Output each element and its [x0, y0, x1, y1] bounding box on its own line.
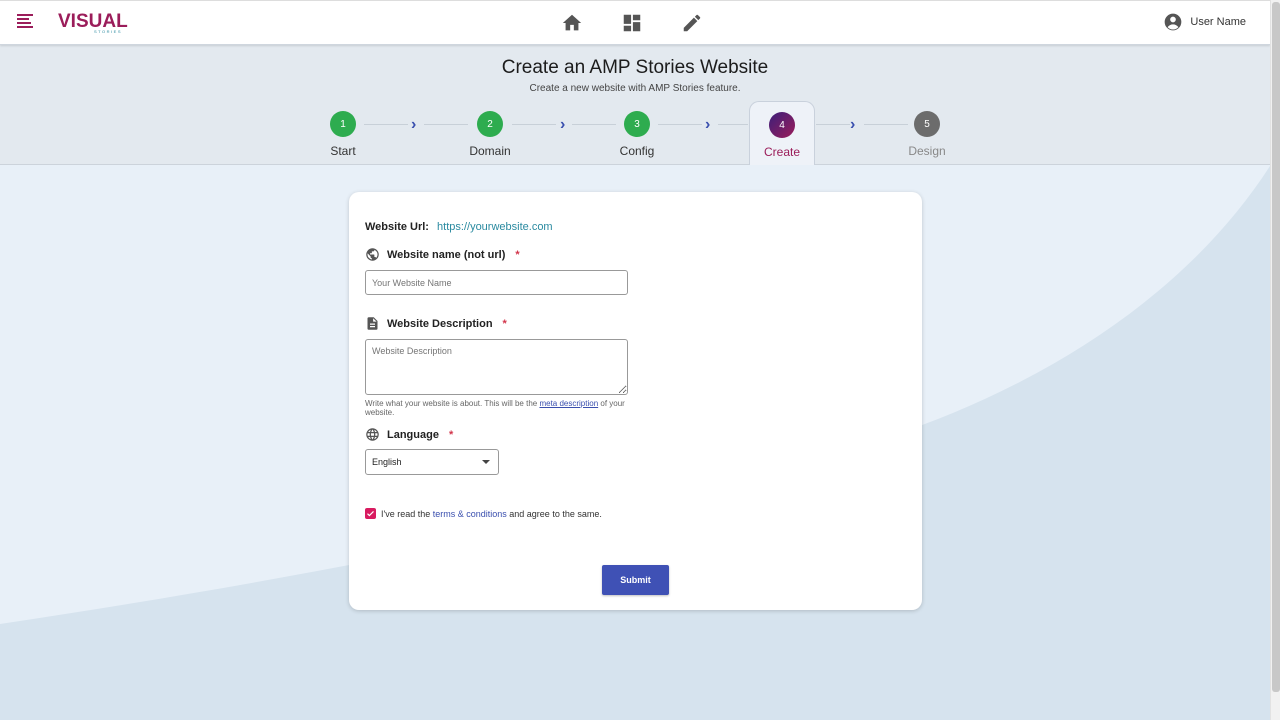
- user-name: User Name: [1190, 16, 1246, 28]
- chevron-right-icon: ›: [850, 116, 856, 133]
- step-number: 1: [330, 111, 356, 137]
- meta-description-link[interactable]: meta description: [539, 399, 598, 408]
- home-icon[interactable]: [560, 11, 584, 35]
- website-description-input[interactable]: [365, 339, 628, 395]
- required-marker: *: [448, 428, 454, 441]
- website-url-row: Website Url: https://yourwebsite.com: [365, 221, 553, 233]
- step-number: 5: [914, 111, 940, 137]
- terms-text-after: and agree to the same.: [506, 508, 602, 519]
- language-selected-value: English: [372, 457, 402, 467]
- step-connector: [718, 124, 748, 125]
- helper-text: Write what your website is about. This w…: [365, 399, 540, 408]
- scrollbar-thumb[interactable]: [1272, 2, 1280, 692]
- chevron-right-icon: ›: [411, 116, 417, 133]
- terms-link[interactable]: terms & conditions: [433, 509, 507, 519]
- create-website-form: Website Url: https://yourwebsite.com Web…: [349, 192, 922, 610]
- nav-icons: [560, 11, 704, 35]
- chevron-right-icon: ›: [560, 116, 566, 133]
- website-url-label: Website Url:: [365, 221, 429, 233]
- chevron-right-icon: ›: [705, 116, 711, 133]
- website-url-link[interactable]: https://yourwebsite.com: [437, 221, 553, 233]
- logo-subtext: STORIES: [94, 29, 122, 34]
- step-number: 2: [477, 111, 503, 137]
- globe-icon: [366, 248, 379, 261]
- document-icon: [367, 317, 378, 330]
- website-description-label: Website Description *: [365, 316, 507, 331]
- required-marker: *: [515, 248, 520, 261]
- step-label: Start: [330, 144, 356, 158]
- submit-button[interactable]: Submit: [602, 565, 669, 595]
- account-icon: [1165, 13, 1182, 31]
- language-label-text: Language: [387, 428, 439, 441]
- step-config[interactable]: 3 Config: [602, 111, 672, 158]
- required-marker: *: [502, 317, 507, 330]
- step-label: Domain: [469, 144, 511, 158]
- user-menu[interactable]: User Name: [1163, 12, 1246, 32]
- step-number: 4: [769, 112, 795, 138]
- description-helper-text: Write what your website is about. This w…: [365, 399, 635, 417]
- check-icon: [367, 511, 374, 517]
- terms-agreement: I've read the terms & conditions and agr…: [365, 508, 602, 519]
- caret-down-icon: [482, 460, 490, 464]
- website-name-label: Website name (not url) *: [365, 247, 520, 262]
- terms-text: I've read the terms & conditions and agr…: [381, 509, 602, 519]
- step-label: Create: [763, 145, 801, 159]
- page-title: Create an AMP Stories Website: [501, 57, 769, 78]
- step-connector: [816, 124, 850, 125]
- language-select[interactable]: English: [365, 449, 499, 475]
- wizard-header: Create an AMP Stories Website Create a n…: [0, 45, 1270, 165]
- terms-text-before: I've read the: [381, 508, 433, 519]
- step-label: Config: [619, 144, 655, 158]
- logo[interactable]: VISUAL STORIES: [58, 9, 134, 35]
- website-description-label-text: Website Description: [387, 317, 493, 330]
- step-domain[interactable]: 2 Domain: [455, 111, 525, 158]
- language-label: Language *: [365, 427, 453, 442]
- page-subtitle: Create a new website with AMP Stories fe…: [529, 83, 741, 94]
- language-icon: [366, 428, 379, 441]
- step-create[interactable]: 4 Create: [749, 101, 815, 165]
- pencil-icon[interactable]: [680, 11, 704, 35]
- step-label: Design: [908, 144, 946, 158]
- website-name-label-text: Website name (not url): [387, 248, 506, 261]
- step-design[interactable]: 5 Design: [892, 111, 962, 158]
- step-start[interactable]: 1 Start: [308, 111, 378, 158]
- website-name-input[interactable]: [365, 270, 628, 295]
- top-navbar: VISUAL STORIES User Name: [0, 0, 1270, 45]
- menu-icon[interactable]: [17, 14, 33, 30]
- dashboard-icon[interactable]: [620, 11, 644, 35]
- scrollbar[interactable]: [1270, 0, 1280, 720]
- step-number: 3: [624, 111, 650, 137]
- terms-checkbox[interactable]: [365, 508, 376, 519]
